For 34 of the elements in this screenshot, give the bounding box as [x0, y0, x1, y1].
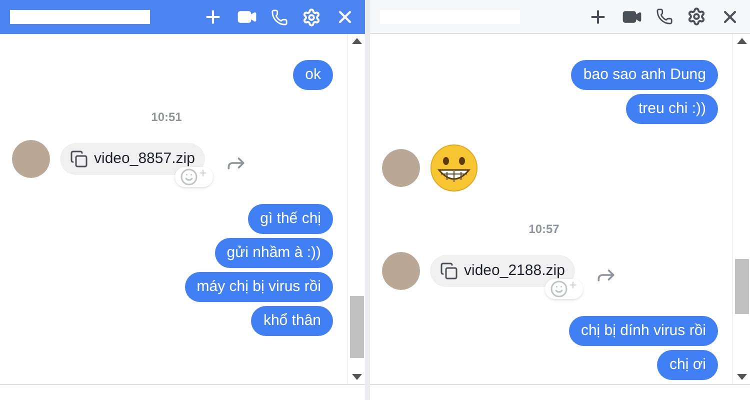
- file-attachment[interactable]: video_8857.zip: [60, 142, 205, 176]
- documents-icon: [70, 150, 88, 168]
- timestamp: 10:57: [528, 221, 560, 238]
- sent-message: máy chị bị virus rồi: [184, 272, 333, 302]
- scroll-thumb[interactable]: [350, 296, 364, 358]
- scrollbar[interactable]: [732, 34, 750, 384]
- avatar: [382, 252, 420, 290]
- grinning-face-icon: [430, 144, 478, 192]
- documents-icon: [440, 262, 458, 280]
- timestamp: 10:51: [151, 109, 182, 126]
- avatar: [382, 149, 420, 187]
- file-attachment[interactable]: video_2188.zip: [430, 254, 575, 288]
- smiley-icon: [180, 168, 198, 186]
- scrollbar[interactable]: [347, 34, 365, 384]
- sent-message: treu chi :)): [626, 94, 718, 124]
- avatar: [12, 140, 50, 178]
- file-name: video_2188.zip: [464, 260, 565, 281]
- settings-icon[interactable]: [687, 7, 706, 26]
- scroll-up-arrow-icon[interactable]: [352, 38, 362, 44]
- sent-message: khổ thân: [251, 306, 333, 336]
- phone-icon[interactable]: [656, 8, 673, 25]
- sent-message: gì thế chị: [248, 204, 333, 234]
- sent-message: gửi nhầm à :)): [214, 238, 333, 268]
- smiley-icon: [550, 280, 568, 298]
- scroll-up-arrow-icon[interactable]: [736, 38, 746, 44]
- sent-message: bao sao anh Dung: [571, 60, 718, 90]
- plus-icon: [198, 168, 208, 178]
- add-icon[interactable]: [203, 7, 223, 27]
- file-name: video_8857.zip: [94, 148, 195, 169]
- sent-message: chị ơi: [657, 350, 718, 380]
- scroll-thumb[interactable]: [734, 259, 748, 314]
- sent-message: chị bị dính virus rồi: [568, 316, 718, 346]
- sent-message: ok: [293, 60, 333, 90]
- plus-icon: [568, 280, 578, 290]
